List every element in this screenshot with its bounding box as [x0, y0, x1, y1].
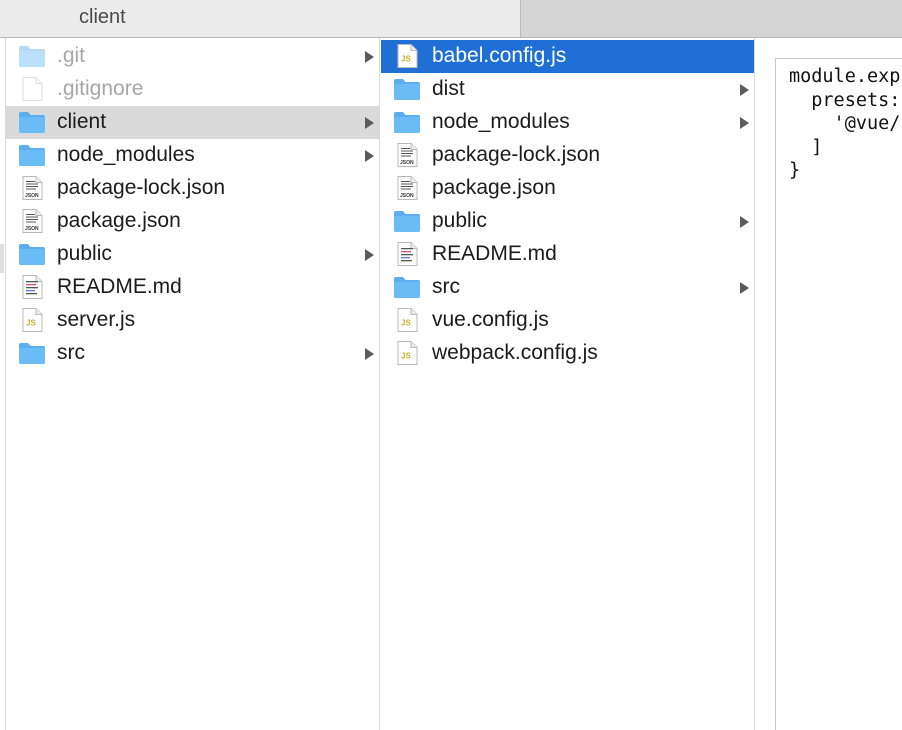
markdown-file-icon [18, 275, 46, 299]
list-item-node-modules[interactable]: node_modules [381, 106, 754, 139]
column-root[interactable]: .git .gitignore client node_modules JSON pack… [6, 38, 380, 730]
svg-text:JS: JS [401, 55, 411, 64]
disclosure-arrow-icon [740, 216, 749, 228]
item-label: public [57, 242, 112, 265]
tab-empty[interactable] [521, 0, 902, 37]
item-label: client [57, 110, 107, 133]
folder-icon [393, 110, 421, 134]
item-label: babel.config.js [432, 44, 567, 67]
file-preview[interactable]: module.exp presets: '@vue/ ]} [775, 58, 902, 730]
preview-column: module.exp presets: '@vue/ ]} [756, 38, 902, 730]
json-file-icon: JSON [393, 143, 421, 167]
list-item-node-modules[interactable]: node_modules [6, 139, 379, 172]
list-item-git[interactable]: .git [6, 40, 379, 73]
disclosure-arrow-icon [740, 117, 749, 129]
code-line: presets: [789, 89, 901, 111]
svg-text:JS: JS [26, 319, 36, 328]
finder-window: client .git .gitignore client node_modules J… [0, 0, 902, 730]
svg-text:JS: JS [401, 352, 411, 361]
list-item-package-lock-json[interactable]: JSON package-lock.json [381, 139, 754, 172]
column-root-list: .git .gitignore client node_modules JSON pack… [6, 40, 379, 370]
list-item-package-json[interactable]: JSON package.json [6, 205, 379, 238]
js-file-icon: JS [393, 308, 421, 332]
previous-column-selection-marker [0, 244, 4, 273]
list-item-client[interactable]: client [6, 106, 379, 139]
folder-icon [393, 77, 421, 101]
js-file-icon: JS [18, 308, 46, 332]
list-item-readme-md[interactable]: README.md [381, 238, 754, 271]
item-label: src [432, 275, 460, 298]
code-line: ] [789, 136, 823, 158]
folder-icon [18, 44, 46, 68]
folder-icon [393, 209, 421, 233]
item-label: .gitignore [57, 77, 144, 100]
code-line: } [789, 160, 801, 181]
item-label: node_modules [432, 110, 570, 133]
svg-text:JSON: JSON [25, 193, 39, 199]
item-label: package.json [57, 209, 181, 232]
item-label: README.md [432, 242, 557, 265]
tab-label: client [79, 6, 126, 28]
disclosure-arrow-icon [740, 282, 749, 294]
item-label: .git [57, 44, 86, 67]
item-label: package-lock.json [432, 143, 601, 166]
list-item-package-lock-json[interactable]: JSON package-lock.json [6, 172, 379, 205]
tab-client[interactable]: client [0, 0, 521, 37]
markdown-file-icon [393, 242, 421, 266]
json-file-icon: JSON [18, 209, 46, 233]
folder-icon [18, 143, 46, 167]
item-label: package.json [432, 176, 556, 199]
svg-text:JSON: JSON [400, 160, 414, 166]
js-file-icon: JS [393, 44, 421, 68]
item-label: dist [432, 77, 465, 100]
list-item-src[interactable]: src [6, 337, 379, 370]
list-item-dist[interactable]: dist [381, 73, 754, 106]
list-item-public[interactable]: public [6, 238, 379, 271]
item-label: node_modules [57, 143, 195, 166]
item-label: server.js [57, 308, 136, 331]
item-label: vue.config.js [432, 308, 549, 331]
folder-icon [18, 110, 46, 134]
list-item-vue-config-js[interactable]: JS vue.config.js [381, 304, 754, 337]
json-file-icon: JSON [18, 176, 46, 200]
folder-icon [18, 242, 46, 266]
svg-text:JSON: JSON [25, 226, 39, 232]
item-label: src [57, 341, 85, 364]
list-item-public[interactable]: public [381, 205, 754, 238]
json-file-icon: JSON [393, 176, 421, 200]
list-item-server-js[interactable]: JS server.js [6, 304, 379, 337]
list-item-package-json[interactable]: JSON package.json [381, 172, 754, 205]
code-line: module.exp [789, 66, 901, 87]
disclosure-arrow-icon [365, 249, 374, 261]
code-preview: module.exp presets: '@vue/ ]} [776, 59, 902, 183]
list-item-src[interactable]: src [381, 271, 754, 304]
item-label: package-lock.json [57, 176, 226, 199]
folder-icon [393, 275, 421, 299]
list-item-babel-config-js[interactable]: JS babel.config.js [381, 40, 754, 73]
disclosure-arrow-icon [365, 51, 374, 63]
folder-icon [18, 341, 46, 365]
disclosure-arrow-icon [365, 348, 374, 360]
svg-text:JS: JS [401, 319, 411, 328]
list-item-readme-md[interactable]: README.md [6, 271, 379, 304]
tab-bar: client [0, 0, 902, 38]
disclosure-arrow-icon [365, 150, 374, 162]
js-file-icon: JS [393, 341, 421, 365]
list-item-webpack-config-js[interactable]: JS webpack.config.js [381, 337, 754, 370]
list-item-gitignore[interactable]: .gitignore [6, 73, 379, 106]
svg-text:JSON: JSON [400, 193, 414, 199]
item-label: public [432, 209, 487, 232]
disclosure-arrow-icon [365, 117, 374, 129]
item-label: README.md [57, 275, 182, 298]
code-line: '@vue/ [789, 113, 901, 134]
column-client[interactable]: JS babel.config.js dist node_modules JSON pac… [381, 38, 755, 730]
document-icon [18, 77, 46, 101]
disclosure-arrow-icon [740, 84, 749, 96]
item-label: webpack.config.js [432, 341, 598, 364]
column-client-list: JS babel.config.js dist node_modules JSON pac… [381, 40, 754, 370]
